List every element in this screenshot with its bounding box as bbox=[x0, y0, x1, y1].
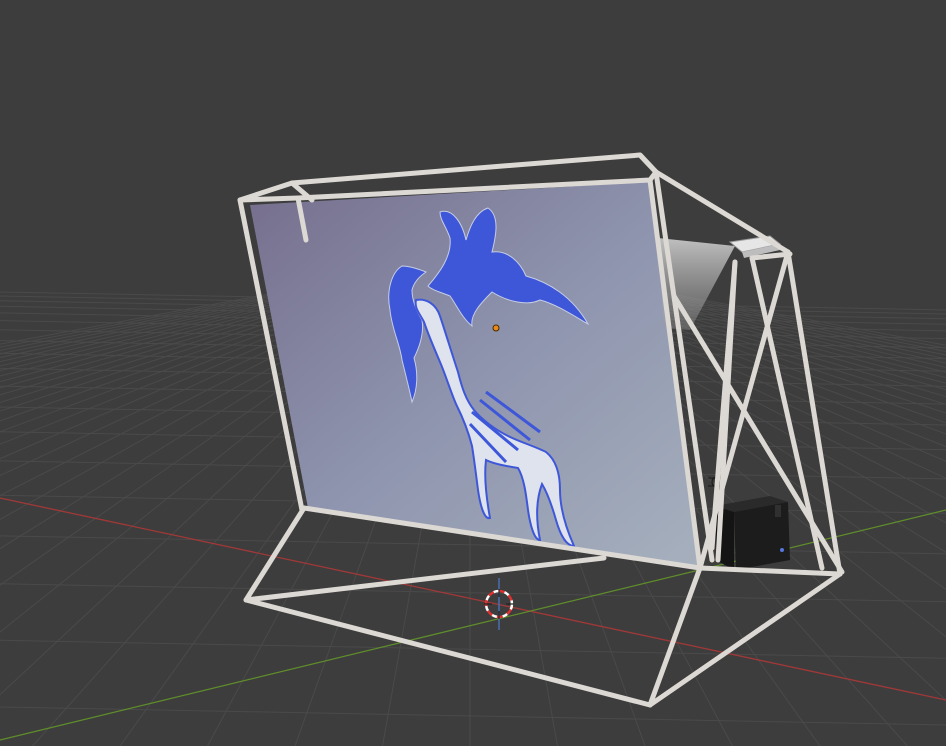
3d-cursor[interactable] bbox=[484, 578, 514, 630]
scene-canvas[interactable] bbox=[0, 0, 946, 746]
3d-viewport[interactable] bbox=[0, 0, 946, 746]
grid-line bbox=[0, 639, 946, 659]
computer-box-object[interactable] bbox=[715, 496, 790, 570]
origin-point[interactable] bbox=[492, 324, 500, 332]
